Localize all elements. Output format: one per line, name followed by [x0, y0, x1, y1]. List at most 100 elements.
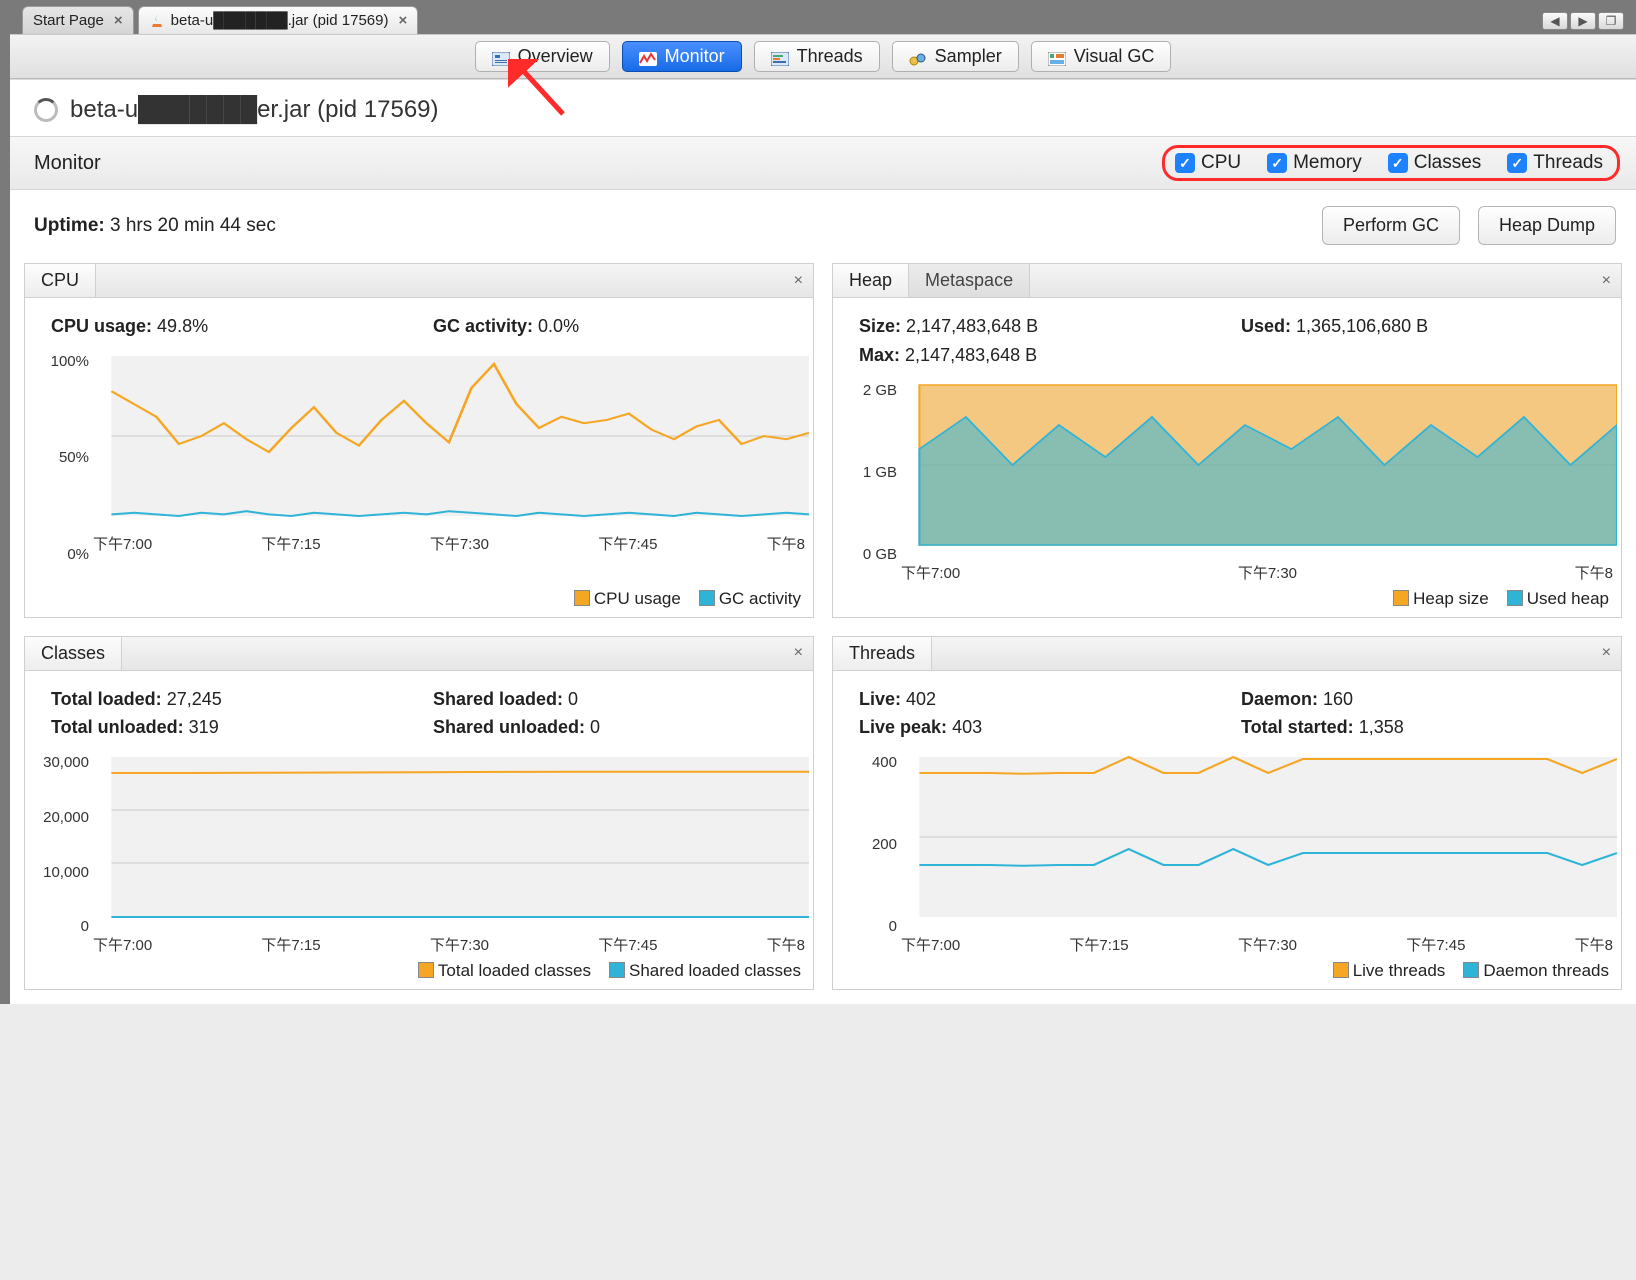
started-value: 1,358	[1359, 717, 1404, 737]
tab-label: Overview	[518, 46, 593, 67]
cpu-chart: 100%50%0% 下午7:00下午7:15下午7:30下午7:45下午8	[25, 347, 813, 583]
legend-label: Shared loaded classes	[629, 961, 801, 980]
uptime-value: 3 hrs 20 min 44 sec	[110, 215, 276, 236]
checkbox-icon: ✓	[1267, 153, 1287, 173]
heap-panel: Heap Metaspace × Size: 2,147,483,648 B U…	[832, 263, 1622, 618]
nav-forward-button[interactable]: ▶	[1570, 12, 1596, 30]
close-icon[interactable]: ×	[114, 12, 123, 29]
checkbox-icon: ✓	[1175, 153, 1195, 173]
total-unloaded-value: 319	[189, 717, 219, 737]
legend-swatch-icon	[418, 962, 434, 978]
overview-icon	[492, 50, 510, 64]
window-tab-app[interactable]: beta-u███████.jar (pid 17569) ×	[138, 6, 419, 34]
threads-tab[interactable]: Threads	[833, 637, 932, 670]
close-icon[interactable]: ×	[1592, 264, 1621, 297]
cpu-usage-value: 49.8%	[157, 316, 208, 336]
classes-chart: 30,00020,00010,0000 下午7:00下午7:15下午7:30下午…	[25, 748, 813, 955]
legend-label: Live threads	[1353, 961, 1446, 980]
window-tab-start-page[interactable]: Start Page ×	[22, 6, 134, 34]
heap-chart: 2 GB1 GB0 GB 下午7:00下午7:30下午8	[833, 376, 1621, 583]
tab-overview[interactable]: Overview	[475, 41, 610, 72]
daemon-label: Daemon:	[1241, 689, 1318, 709]
legend-swatch-icon	[1393, 590, 1409, 606]
cpu-tab[interactable]: CPU	[25, 264, 96, 297]
monitor-icon	[639, 50, 657, 64]
heap-used-label: Used:	[1241, 316, 1291, 336]
threads-chart: 4002000 下午7:00下午7:15下午7:30下午7:45下午8	[833, 748, 1621, 955]
live-label: Live:	[859, 689, 901, 709]
legend-label: Total loaded classes	[438, 961, 591, 980]
nav-back-button[interactable]: ◀	[1542, 12, 1568, 30]
cpu-panel: CPU × CPU usage: 49.8% GC activity: 0.0%…	[24, 263, 814, 618]
tab-visual-gc[interactable]: Visual GC	[1031, 41, 1172, 72]
tab-label: Threads	[797, 46, 863, 67]
heap-max-value: 2,147,483,648 B	[905, 345, 1037, 365]
sampler-icon	[909, 50, 927, 64]
gc-activity-value: 0.0%	[538, 316, 579, 336]
heap-used-value: 1,365,106,680 B	[1296, 316, 1428, 336]
close-icon[interactable]: ×	[784, 264, 813, 297]
window-left-gutter	[0, 0, 10, 1004]
checkbox-icon: ✓	[1388, 153, 1408, 173]
tab-sampler[interactable]: Sampler	[892, 41, 1019, 72]
checkbox-icon: ✓	[1507, 153, 1527, 173]
tab-label: Sampler	[935, 46, 1002, 67]
loading-spinner-icon	[34, 98, 58, 122]
tab-threads[interactable]: Threads	[754, 41, 880, 72]
total-unloaded-label: Total unloaded:	[51, 717, 184, 737]
legend-label: Heap size	[1413, 589, 1489, 608]
shared-loaded-value: 0	[568, 689, 578, 709]
check-cpu[interactable]: ✓ CPU	[1175, 152, 1241, 174]
legend-label: GC activity	[719, 589, 801, 608]
cpu-usage-label: CPU usage:	[51, 316, 152, 336]
perform-gc-button[interactable]: Perform GC	[1322, 206, 1460, 245]
visualgc-icon	[1048, 50, 1066, 64]
tab-label: beta-u███████.jar (pid 17569)	[171, 12, 389, 29]
section-label: Monitor	[34, 152, 101, 175]
tab-label: Visual GC	[1074, 46, 1155, 67]
uptime-label: Uptime:	[34, 215, 105, 236]
classes-tab[interactable]: Classes	[25, 637, 122, 670]
check-label: Memory	[1293, 152, 1362, 174]
threads-panel: Threads × Live: 402 Daemon: 160 Live pea…	[832, 636, 1622, 991]
tab-label: Start Page	[33, 12, 104, 29]
classes-panel: Classes × Total loaded: 27,245 Shared lo…	[24, 636, 814, 991]
metaspace-tab[interactable]: Metaspace	[909, 264, 1030, 297]
page-title: beta-u███████er.jar (pid 17569)	[70, 96, 439, 124]
legend-label: Daemon threads	[1483, 961, 1609, 980]
shared-unloaded-label: Shared unloaded:	[433, 717, 585, 737]
tab-monitor[interactable]: Monitor	[622, 41, 742, 72]
total-loaded-value: 27,245	[167, 689, 222, 709]
window-nav-controls: ◀ ▶ ❐	[1542, 12, 1624, 34]
daemon-value: 160	[1323, 689, 1353, 709]
check-label: Threads	[1533, 152, 1603, 174]
check-threads[interactable]: ✓ Threads	[1507, 152, 1603, 174]
view-tabs: Overview Monitor Threads Sampler Visual …	[10, 34, 1636, 79]
total-loaded-label: Total loaded:	[51, 689, 162, 709]
window-tabs: Start Page × beta-u███████.jar (pid 1756…	[10, 0, 1636, 34]
started-label: Total started:	[1241, 717, 1354, 737]
close-icon[interactable]: ×	[398, 12, 407, 29]
window-maximize-button[interactable]: ❐	[1598, 12, 1624, 30]
legend-swatch-icon	[609, 962, 625, 978]
annotation-highlight: ✓ CPU ✓ Memory ✓ Classes ✓ Threads	[1162, 145, 1620, 181]
heap-size-label: Size:	[859, 316, 901, 336]
heap-size-value: 2,147,483,648 B	[906, 316, 1038, 336]
close-icon[interactable]: ×	[784, 637, 813, 670]
check-label: CPU	[1201, 152, 1241, 174]
legend-label: CPU usage	[594, 589, 681, 608]
check-memory[interactable]: ✓ Memory	[1267, 152, 1362, 174]
legend-swatch-icon	[574, 590, 590, 606]
check-classes[interactable]: ✓ Classes	[1388, 152, 1482, 174]
legend-label: Used heap	[1527, 589, 1609, 608]
gc-activity-label: GC activity:	[433, 316, 533, 336]
peak-label: Live peak:	[859, 717, 947, 737]
legend-swatch-icon	[1333, 962, 1349, 978]
live-value: 402	[906, 689, 936, 709]
legend-swatch-icon	[1507, 590, 1523, 606]
heap-dump-button[interactable]: Heap Dump	[1478, 206, 1616, 245]
legend-swatch-icon	[699, 590, 715, 606]
tab-label: Monitor	[665, 46, 725, 67]
close-icon[interactable]: ×	[1592, 637, 1621, 670]
heap-tab[interactable]: Heap	[833, 264, 909, 297]
